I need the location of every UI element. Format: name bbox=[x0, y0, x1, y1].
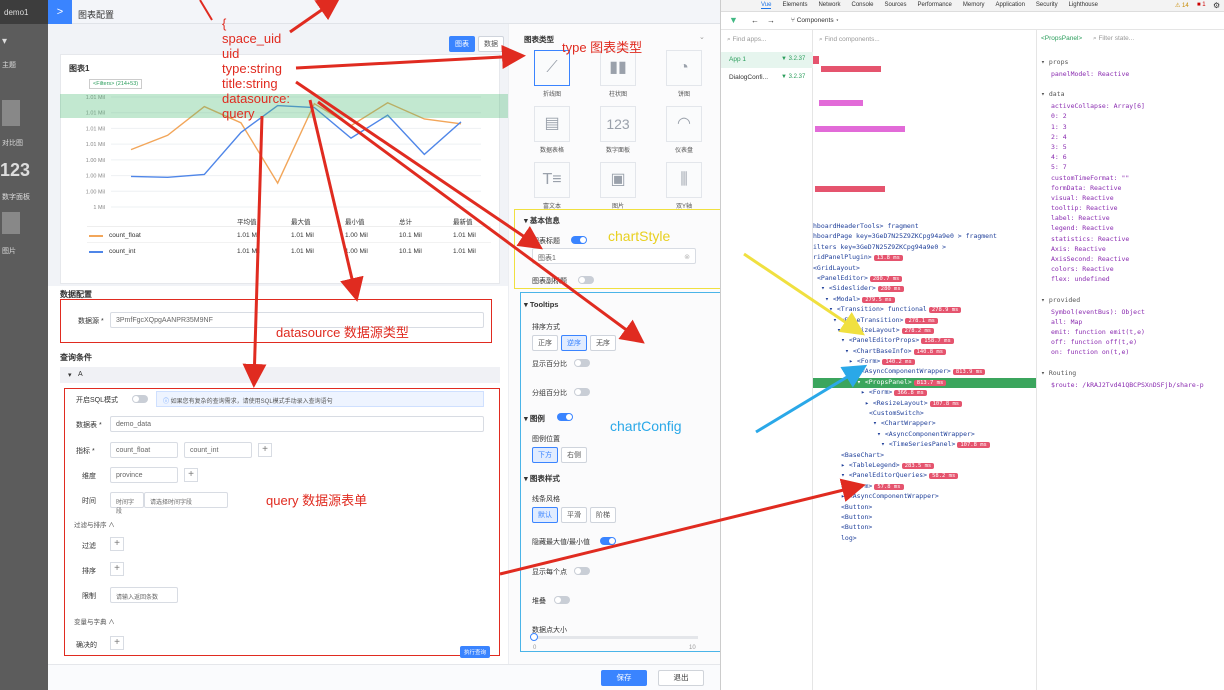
arrow bbox=[743, 252, 865, 336]
code-line: space_uid bbox=[222, 31, 282, 46]
arrow bbox=[317, 100, 645, 344]
code-annotation: { space_uid uid type:string title:string… bbox=[222, 16, 290, 121]
code-line: query bbox=[222, 106, 255, 121]
code-line: title:string bbox=[222, 76, 278, 91]
arrow bbox=[199, 0, 213, 21]
arrow bbox=[499, 478, 866, 576]
chartconfig-annotation: chartConfig bbox=[610, 418, 682, 434]
chartstyle-annotation: chartStyle bbox=[608, 228, 671, 244]
code-line: uid bbox=[222, 46, 240, 61]
query-annotation: query 数据源表单 bbox=[266, 493, 368, 508]
arrow bbox=[755, 364, 868, 434]
type-annotation: type 图表类型 bbox=[562, 40, 643, 55]
arrow bbox=[308, 99, 364, 302]
arrow bbox=[295, 80, 543, 250]
arrow bbox=[295, 44, 526, 70]
arrow bbox=[289, 0, 341, 34]
annotation-arrows bbox=[199, 0, 868, 576]
code-line: datasource: bbox=[222, 91, 290, 106]
arrow bbox=[242, 115, 267, 388]
code-line: { bbox=[222, 16, 227, 31]
code-line: type:string bbox=[222, 61, 282, 76]
datasource-annotation: datasource 数据源类型 bbox=[276, 325, 409, 340]
